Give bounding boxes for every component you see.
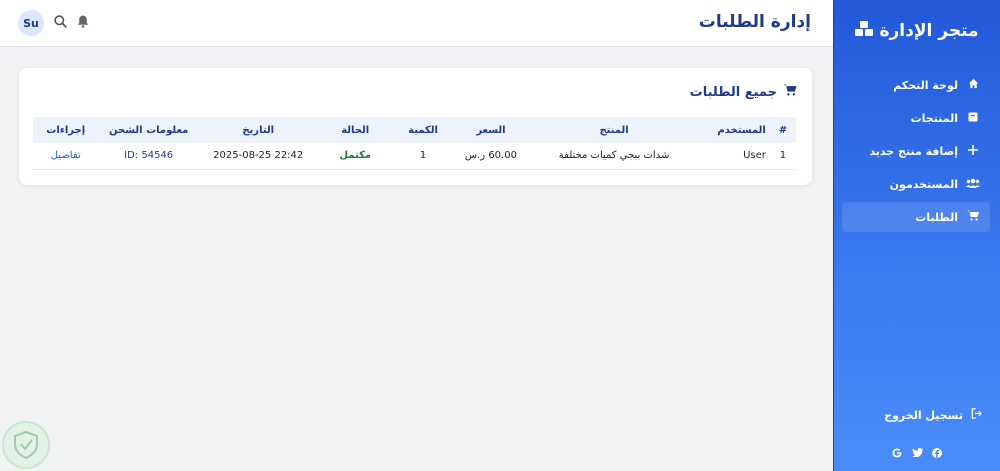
sidebar-item-label: لوحة التحكم <box>893 78 958 92</box>
sidebar-item-products[interactable]: المنتجات <box>842 103 990 133</box>
home-icon <box>966 78 980 92</box>
cell-user: User <box>743 150 766 162</box>
logout-icon <box>971 408 982 422</box>
sidebar-item-add-product[interactable]: إضافة منتج جديد <box>842 136 990 166</box>
column-header-date[interactable]: التاريخ <box>199 117 318 143</box>
card-title: جميع الطلبات <box>690 84 797 100</box>
cell-date: 2025-08-25 22:42 <box>213 150 304 162</box>
sidebar-item-label: المنتجات <box>910 111 958 125</box>
sidebar-nav: لوحة التحكم المنتجات إضافة منتج جديد الم… <box>834 70 1000 232</box>
sidebar-item-label: الطلبات <box>915 210 958 224</box>
cell-index: 1 <box>779 150 787 162</box>
box-icon <box>966 112 980 125</box>
top-header: إدارة الطلبات Su <box>0 0 833 47</box>
twitter-icon[interactable] <box>911 448 923 461</box>
column-header-price[interactable]: السعر <box>453 117 528 143</box>
plus-icon <box>966 144 980 158</box>
table-row: 1 User شدات ببجي كميات مختلفة 60.00 ر.س … <box>33 143 796 169</box>
header-tools: Su <box>18 10 89 36</box>
column-header-index[interactable]: # <box>770 117 796 143</box>
cart-icon <box>783 84 797 100</box>
avatar[interactable]: Su <box>18 10 44 36</box>
page-title: إدارة الطلبات <box>698 12 811 32</box>
card-title-label: جميع الطلبات <box>689 84 777 100</box>
sidebar-item-label: إضافة منتج جديد <box>869 144 958 158</box>
column-header-user[interactable]: المستخدم <box>700 117 770 143</box>
sidebar-item-dashboard[interactable]: لوحة التحكم <box>842 70 990 100</box>
brand[interactable]: متجر الإدارة <box>834 0 1000 60</box>
brand-label: متجر الإدارة <box>879 21 979 41</box>
cell-product: شدات ببجي كميات مختلفة <box>558 150 670 162</box>
sidebar-item-orders[interactable]: الطلبات <box>842 202 990 232</box>
cart-icon <box>966 210 980 224</box>
social-links <box>834 448 1000 461</box>
logout-button[interactable]: تسجيل الخروج <box>834 405 1000 425</box>
cell-shipping: ID: 54546 <box>124 150 174 162</box>
column-header-actions: إجراءات <box>46 124 86 136</box>
column-header-product[interactable]: المنتج <box>529 117 700 143</box>
watermark-logo <box>2 421 50 469</box>
column-header-shipping[interactable]: معلومات الشحن <box>98 117 199 143</box>
orders-card: جميع الطلبات # المستخدم المنتج السعر الك… <box>19 68 812 185</box>
sidebar-item-label: المستخدمون <box>889 177 958 191</box>
cubes-icon <box>855 21 874 41</box>
details-link[interactable]: تفاصيل <box>33 143 98 169</box>
users-icon <box>966 178 980 191</box>
sidebar-item-users[interactable]: المستخدمون <box>842 169 990 199</box>
sidebar: متجر الإدارة لوحة التحكم المنتجات إضافة … <box>833 0 1000 471</box>
logout-label: تسجيل الخروج <box>884 408 963 422</box>
column-header-status[interactable]: الحالة <box>318 117 393 143</box>
facebook-icon[interactable] <box>931 448 943 461</box>
bell-icon[interactable] <box>77 15 89 32</box>
cell-quantity: 1 <box>419 150 427 162</box>
google-icon[interactable] <box>891 448 903 461</box>
status-badge: مكتمل <box>339 150 372 162</box>
search-icon[interactable] <box>54 14 67 32</box>
cell-price: 60.00 ر.س <box>464 150 517 162</box>
column-header-quantity[interactable]: الكمية <box>393 117 453 143</box>
table-header-row: # المستخدم المنتج السعر الكمية الحالة ال… <box>33 117 796 143</box>
orders-table: # المستخدم المنتج السعر الكمية الحالة ال… <box>33 117 796 170</box>
